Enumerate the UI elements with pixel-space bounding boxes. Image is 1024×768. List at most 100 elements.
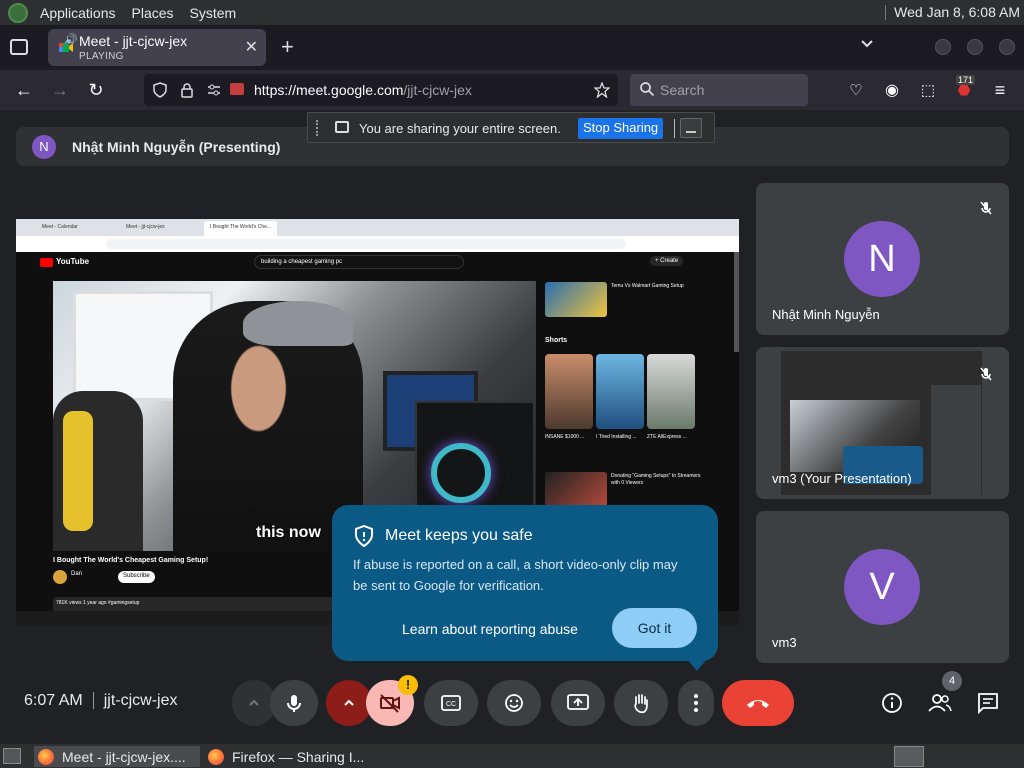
places-menu[interactable]: Places xyxy=(124,5,182,21)
presenter-name: Nhật Minh Nguyễn (Presenting) xyxy=(72,139,281,155)
shared-address-bar xyxy=(16,236,739,252)
tab-title: Meet - jjt-cjcw-jex xyxy=(79,33,188,49)
os-logo-icon[interactable] xyxy=(8,2,28,23)
more-vertical-icon xyxy=(694,694,698,712)
youtube-search-query: building a cheapest gaming pc xyxy=(254,255,464,269)
shared-tab: Meet - Calendar xyxy=(42,224,78,230)
menu-icon[interactable]: ≡ xyxy=(988,78,1012,102)
new-tab-icon[interactable]: + xyxy=(281,34,294,60)
chevron-down-icon[interactable] xyxy=(860,37,874,51)
leave-call-button[interactable] xyxy=(722,680,794,726)
presentation-tile[interactable]: vm3 (Your Presentation) xyxy=(756,347,1009,499)
system-clock[interactable]: Wed Jan 8, 6:08 AM xyxy=(894,4,1020,20)
subscribe-button: Subscribe xyxy=(118,571,155,583)
tab-meet[interactable]: 🔊 Meet - jjt-cjcw-jex PLAYING ✕ xyxy=(48,29,266,66)
minimize-notice-button[interactable] xyxy=(680,118,702,138)
people-count-badge: 4 xyxy=(942,671,962,691)
chat-button[interactable] xyxy=(975,690,1001,716)
window-maximize-button[interactable] xyxy=(967,39,983,55)
camera-warning-icon[interactable]: ! xyxy=(398,675,418,695)
video-title: I Bought The World's Cheapest Gaming Set… xyxy=(53,557,209,564)
captions-button[interactable]: CC xyxy=(424,680,478,726)
video-cap xyxy=(243,301,353,346)
captions-icon: CC xyxy=(441,695,461,711)
learn-abuse-link[interactable]: Learn about reporting abuse xyxy=(402,621,578,637)
presenter-avatar: N xyxy=(32,135,56,159)
video-caption: this now xyxy=(256,524,321,541)
short-thumb xyxy=(545,354,593,429)
speaker-icon[interactable]: 🔊 xyxy=(64,33,80,47)
present-button[interactable] xyxy=(551,680,605,726)
meeting-details-button[interactable] xyxy=(879,690,905,716)
screen-sharing-indicator-icon[interactable] xyxy=(230,83,244,95)
back-icon[interactable]: ← xyxy=(12,78,36,102)
svg-text:CC: CC xyxy=(446,701,456,708)
taskbar-item-firefox[interactable]: Firefox — Sharing I... xyxy=(204,746,372,767)
window-minimize-button[interactable] xyxy=(935,39,951,55)
applications-menu[interactable]: Applications xyxy=(32,5,124,21)
shared-tab-active: I Bought The World's Che... xyxy=(204,221,278,236)
system-menu[interactable]: System xyxy=(182,5,245,21)
more-options-button[interactable] xyxy=(678,680,714,726)
channel-avatar xyxy=(53,570,67,584)
meeting-info: 6:07 AM jjt-cjcw-jex xyxy=(24,692,177,710)
show-desktop-icon[interactable] xyxy=(3,748,21,764)
presentation-label: vm3 (Your Presentation) xyxy=(772,471,912,486)
short-thumb xyxy=(647,354,695,429)
close-tab-icon[interactable]: ✕ xyxy=(245,37,258,57)
participant-tile[interactable]: V vm3 xyxy=(756,511,1009,663)
short-title: INSANE $1000 ... xyxy=(545,434,585,440)
sharing-indicator-bar: You are sharing your entire screen. Stop… xyxy=(307,112,715,143)
os-taskbar: Meet - jjt-cjcw-jex.... Firefox — Sharin… xyxy=(0,744,1024,768)
forward-icon[interactable]: → xyxy=(48,78,72,102)
got-it-button[interactable]: Got it xyxy=(612,608,697,648)
youtube-brand: YouTube xyxy=(56,257,90,266)
mic-icon xyxy=(287,695,301,712)
raise-hand-button[interactable] xyxy=(614,680,668,726)
pocket-icon[interactable]: ♡ xyxy=(844,78,868,102)
search-box[interactable]: Search xyxy=(630,74,808,106)
short-title: I Tried Installing ... xyxy=(596,434,637,440)
star-bookmark-icon[interactable] xyxy=(594,82,610,98)
drag-handle-icon[interactable] xyxy=(316,120,319,136)
lock-icon[interactable] xyxy=(179,82,195,98)
account-icon[interactable]: ◉ xyxy=(880,78,904,102)
present-screen-icon xyxy=(567,694,589,710)
extensions-icon[interactable]: ⬚ xyxy=(916,78,940,102)
workspace-switcher-icon[interactable] xyxy=(894,746,924,767)
url-text[interactable]: https://meet.google.com/jjt-cjcw-jex xyxy=(254,82,472,98)
shield-icon xyxy=(355,525,373,547)
participant-avatar: N xyxy=(844,221,920,297)
participant-name: Nhật Minh Nguyễn xyxy=(772,307,880,322)
participant-tile[interactable]: N Nhật Minh Nguyễn xyxy=(756,183,1009,335)
mic-off-icon xyxy=(973,195,999,221)
shared-scrollbar xyxy=(734,252,739,352)
chevron-up-icon xyxy=(249,699,259,706)
meeting-code: jjt-cjcw-jex xyxy=(103,692,178,709)
shield-icon[interactable] xyxy=(152,82,168,98)
url-bar[interactable]: https://meet.google.com/jjt-cjcw-jex xyxy=(144,74,618,106)
reactions-button[interactable] xyxy=(487,680,541,726)
window-close-button[interactable] xyxy=(999,39,1015,55)
camera-off-icon xyxy=(380,694,400,713)
info-icon xyxy=(882,693,902,713)
divider xyxy=(674,119,675,138)
screen-icon xyxy=(335,121,349,133)
participant-avatar: V xyxy=(844,549,920,625)
gaming-chair xyxy=(53,391,143,551)
permissions-icon[interactable] xyxy=(206,82,222,98)
youtube-create: + Create xyxy=(650,256,684,266)
reload-icon[interactable]: ↻ xyxy=(84,78,108,102)
participant-name: vm3 xyxy=(772,635,797,650)
search-placeholder: Search xyxy=(660,82,705,98)
list-all-tabs-icon[interactable] xyxy=(10,39,28,55)
meet-safety-popup: Meet keeps you safe If abuse is reported… xyxy=(332,505,718,671)
sharing-message: You are sharing your entire screen. xyxy=(359,121,561,136)
mic-button[interactable] xyxy=(270,680,318,726)
search-icon xyxy=(640,82,655,97)
stop-sharing-button[interactable]: Stop Sharing xyxy=(578,118,664,139)
shared-browser-tabs: Meet - Calendar Meet - jjt-cjcw-jex I Bo… xyxy=(16,219,739,236)
taskbar-item-meet[interactable]: Meet - jjt-cjcw-jex.... xyxy=(34,746,200,767)
people-button[interactable] xyxy=(927,690,953,716)
chat-icon xyxy=(978,693,998,714)
